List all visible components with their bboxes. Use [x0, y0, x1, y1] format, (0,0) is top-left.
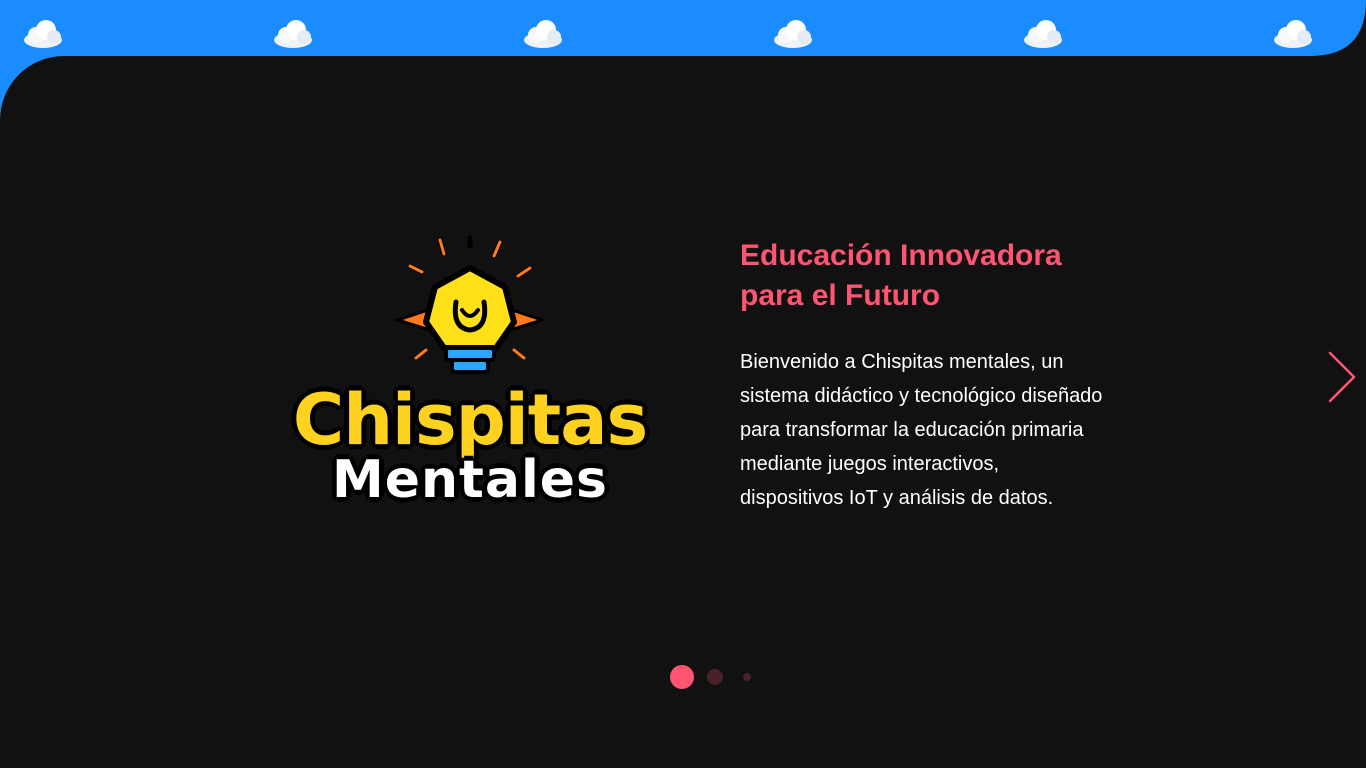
cloud-icon	[524, 20, 562, 48]
top-banner	[0, 0, 1366, 60]
lightbulb-icon	[393, 235, 547, 374]
chevron-right-icon	[1328, 351, 1356, 403]
logo-title: Chispitas	[291, 379, 649, 462]
cloud-icon	[1024, 20, 1062, 48]
carousel-dot-3[interactable]	[743, 673, 751, 681]
description-line-5: dispositivos IoT y análisis de datos.	[740, 487, 1054, 509]
cloud-icon	[24, 20, 62, 48]
cloud-icon	[274, 20, 312, 48]
carousel-dot-2[interactable]	[707, 669, 723, 685]
hero-slide	[0, 56, 1366, 768]
hero-description: Bienvenido a Chispitas mentales, un sist…	[740, 345, 1160, 515]
description-line-1: Bienvenido a Chispitas mentales, un	[740, 351, 1064, 373]
headline-line-2: para el Futuro	[740, 279, 941, 312]
description-line-2: sistema didáctico y tecnológico diseñado	[740, 385, 1103, 407]
next-slide-button[interactable]	[1322, 350, 1360, 404]
carousel-pagination	[670, 665, 760, 689]
cloud-icon	[1274, 20, 1312, 48]
logo-subtitle: Mentales	[331, 450, 609, 510]
carousel-dot-1[interactable]	[670, 665, 694, 689]
headline-line-1: Educación Innovadora	[740, 239, 1062, 272]
cloud-icon	[774, 20, 812, 48]
hero-headline: Educación Innovadora para el Futuro	[740, 236, 1160, 316]
description-line-4: mediante juegos interactivos,	[740, 453, 1000, 475]
description-line-3: para transformar la educación primaria	[740, 419, 1084, 441]
chispitas-logo: Chispitas Mentales	[278, 232, 662, 522]
corner-decoration	[1310, 0, 1366, 56]
